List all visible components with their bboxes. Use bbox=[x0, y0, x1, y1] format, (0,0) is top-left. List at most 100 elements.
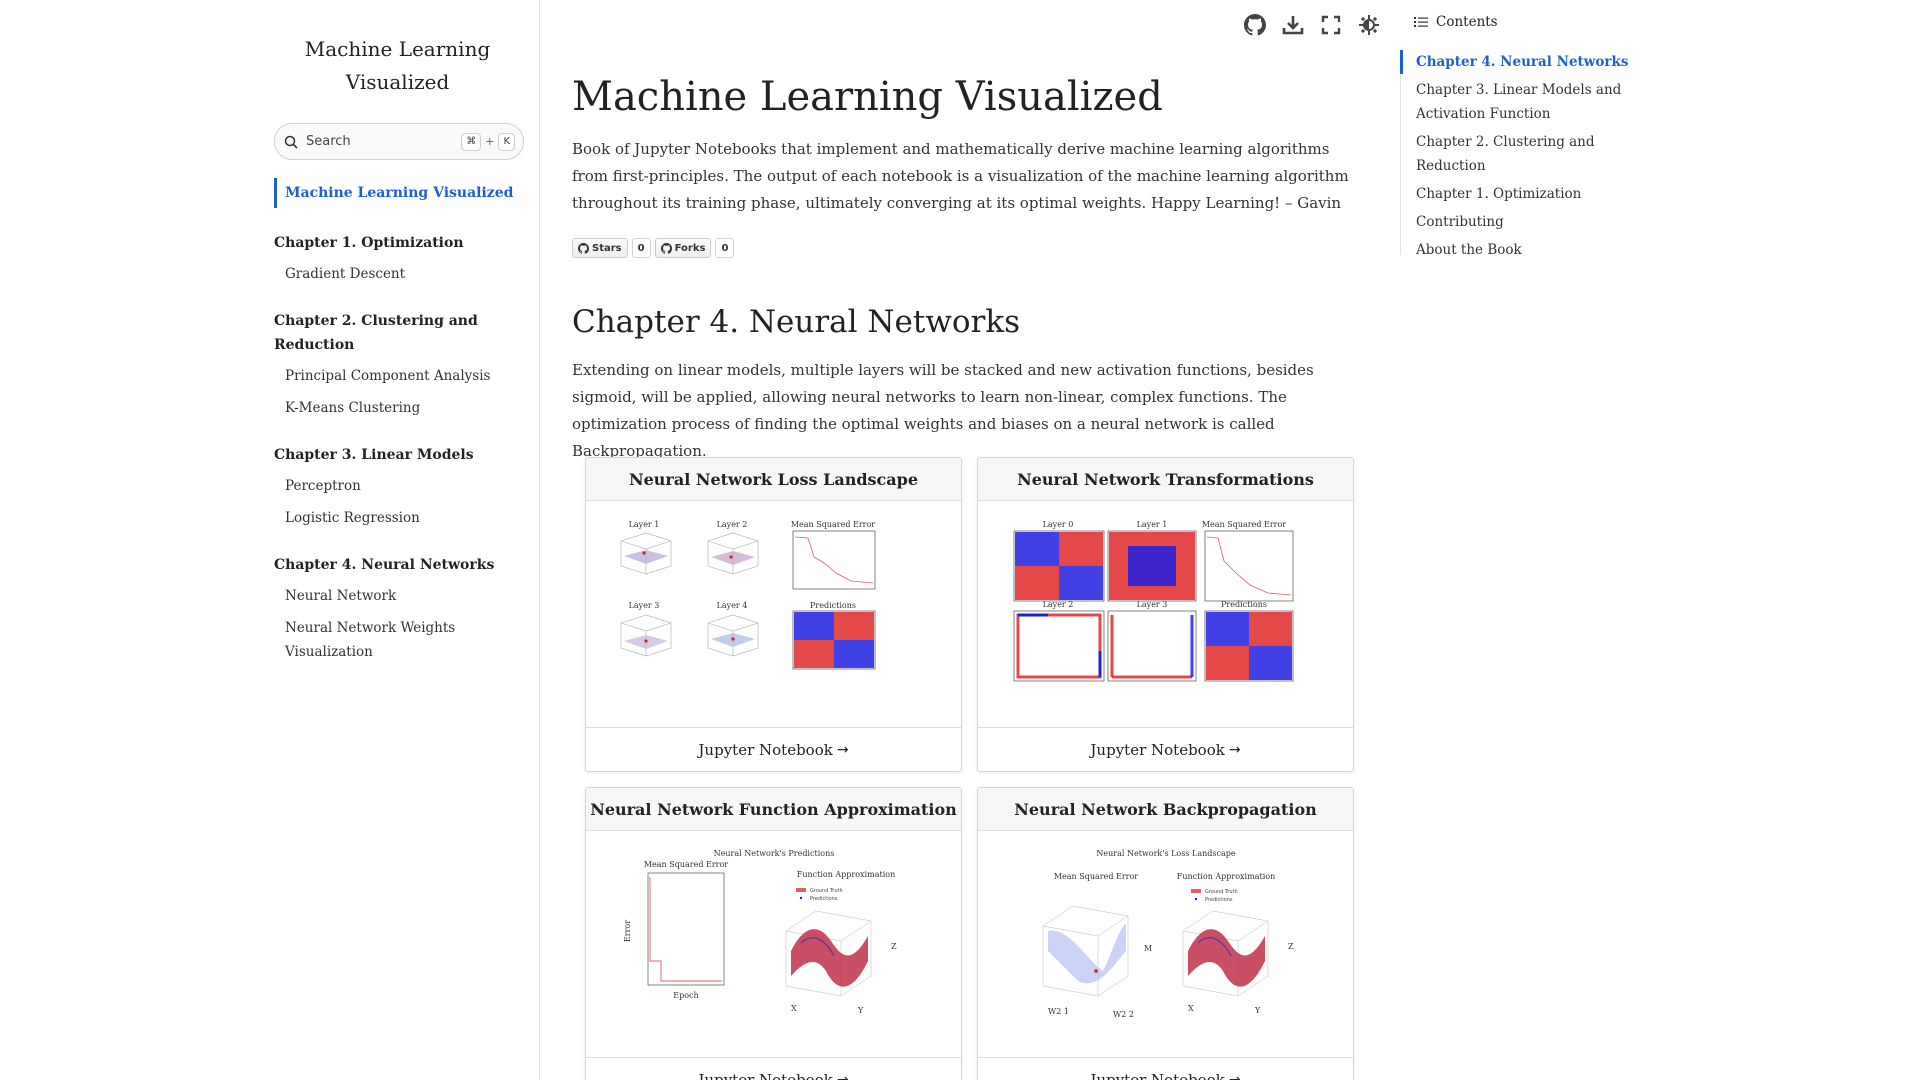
card-loss-landscape: Neural Network Loss Landscape Layer 1 La… bbox=[585, 457, 962, 772]
x-axis-label: X bbox=[1188, 1004, 1194, 1013]
stars-label: Stars bbox=[592, 242, 622, 254]
intro-text: Book of Jupyter Notebooks that implement… bbox=[572, 140, 1349, 212]
panel-title: Layer 3 bbox=[629, 601, 660, 610]
y-axis-label: Y bbox=[857, 1006, 864, 1015]
toc-item-chapter-1[interactable]: Chapter 1. Optimization bbox=[1400, 182, 1660, 206]
toc-header: Contents bbox=[1414, 14, 1498, 30]
card-figure: Neural Network's Predictions Mean Square… bbox=[586, 831, 961, 1057]
transformations-figure: Layer 0 Layer 1 Mean Squared Error Layer… bbox=[1013, 520, 1294, 682]
panel-title: Predictions bbox=[810, 601, 856, 610]
panel-title: Layer 1 bbox=[1137, 520, 1168, 529]
toc-item-contributing[interactable]: Contributing bbox=[1400, 210, 1660, 234]
panel-title: Layer 3 bbox=[1137, 600, 1168, 609]
legend-entry: Predictions bbox=[1205, 897, 1233, 903]
notebook-link[interactable]: Jupyter Notebook → bbox=[586, 1057, 961, 1080]
toc-item-chapter-3[interactable]: Chapter 3. Linear Models and Activation … bbox=[1400, 78, 1660, 126]
notebook-link[interactable]: Jupyter Notebook → bbox=[586, 727, 961, 771]
forks-badge[interactable]: Forks bbox=[654, 238, 712, 258]
panel-title: Mean Squared Error bbox=[1202, 520, 1286, 529]
card-title: Neural Network Backpropagation bbox=[978, 788, 1353, 831]
panel-title: Mean Squared Error bbox=[1054, 872, 1138, 881]
arrow-right-icon: → bbox=[836, 1071, 849, 1080]
card-figure: Neural Network's Loss Landscape Mean Squ… bbox=[978, 831, 1353, 1057]
toc-title: Contents bbox=[1436, 14, 1498, 30]
arrow-right-icon: → bbox=[836, 741, 849, 758]
notebook-link-label: Jupyter Notebook bbox=[698, 1070, 833, 1080]
forks-label: Forks bbox=[674, 242, 706, 254]
z-axis-label: Z bbox=[1288, 942, 1294, 951]
toc-item-about[interactable]: About the Book bbox=[1400, 238, 1660, 262]
legend-entry: Ground Truth bbox=[1205, 889, 1238, 895]
sidebar-chapter-4[interactable]: Chapter 4. Neural Networks bbox=[274, 553, 524, 577]
sidebar-chapter-1[interactable]: Chapter 1. Optimization bbox=[274, 231, 524, 255]
toc-item-chapter-4[interactable]: Chapter 4. Neural Networks bbox=[1400, 50, 1660, 74]
sidebar-item-logistic-regression[interactable]: Logistic Regression bbox=[285, 506, 524, 530]
function-approx-figure: Neural Network's Predictions Mean Square… bbox=[623, 849, 897, 1015]
loss-landscape-figure: Layer 1 Layer 2 Mean Squared Error Layer… bbox=[620, 520, 875, 670]
card-function-approximation: Neural Network Function Approximation Ne… bbox=[585, 787, 962, 1080]
panel-title: Layer 0 bbox=[1043, 520, 1074, 529]
sidebar-chapter-2[interactable]: Chapter 2. Clustering and Reduction bbox=[274, 309, 524, 357]
shortcut-key-mod: ⌘ bbox=[461, 132, 482, 151]
card-figure: Layer 1 Layer 2 Mean Squared Error Layer… bbox=[586, 501, 961, 727]
arrow-right-icon: → bbox=[1228, 741, 1241, 758]
card-title: Neural Network Transformations bbox=[978, 458, 1353, 501]
sidebar-item-perceptron[interactable]: Perceptron bbox=[285, 474, 524, 498]
sidebar-item-pca[interactable]: Principal Component Analysis bbox=[285, 364, 524, 388]
panel-title: Predictions bbox=[1221, 600, 1267, 609]
x-axis-label: X bbox=[791, 1004, 797, 1013]
toc-item-chapter-2[interactable]: Chapter 2. Clustering and Reduction bbox=[1400, 130, 1660, 178]
sidebar-item-home[interactable]: Machine Learning Visualized bbox=[274, 178, 524, 208]
arrow-right-icon: → bbox=[1228, 1071, 1241, 1080]
theme-icon bbox=[1359, 15, 1379, 35]
shortcut-plus: + bbox=[485, 135, 495, 148]
stars-count[interactable]: 0 bbox=[631, 238, 651, 258]
panel-title: Layer 2 bbox=[1043, 600, 1074, 609]
card-transformations: Neural Network Transformations Layer 0 L… bbox=[977, 457, 1354, 772]
fullscreen-button[interactable] bbox=[1318, 12, 1344, 38]
sidebar-item-neural-network[interactable]: Neural Network bbox=[285, 584, 524, 608]
header-toolbar bbox=[1242, 10, 1382, 40]
page-title: Machine Learning Visualized bbox=[572, 74, 1163, 120]
card-title: Neural Network Loss Landscape bbox=[586, 458, 961, 501]
y-axis-label: Y bbox=[1254, 1006, 1261, 1015]
notebook-link-label: Jupyter Notebook bbox=[1090, 740, 1225, 759]
github-button[interactable] bbox=[1242, 12, 1268, 38]
search-placeholder: Search bbox=[306, 134, 351, 149]
table-of-contents: Contents Chapter 4. Neural Networks Chap… bbox=[1400, 0, 1700, 258]
card-title: Neural Network Function Approximation bbox=[586, 788, 961, 831]
y-axis-label: W2 2 bbox=[1113, 1010, 1134, 1019]
search-icon bbox=[284, 135, 298, 149]
sidebar-item-gradient-descent[interactable]: Gradient Descent bbox=[285, 262, 524, 286]
notebook-link[interactable]: Jupyter Notebook → bbox=[978, 727, 1353, 771]
search-input[interactable]: Search ⌘ + K bbox=[274, 123, 524, 160]
notebook-link[interactable]: Jupyter Notebook → bbox=[978, 1057, 1353, 1080]
notebook-link-label: Jupyter Notebook bbox=[698, 740, 833, 759]
y-axis-label: Error bbox=[623, 920, 632, 942]
figure-suptitle: Neural Network's Loss Landscape bbox=[1096, 849, 1235, 858]
github-icon bbox=[578, 242, 589, 254]
sidebar-item-kmeans[interactable]: K-Means Clustering bbox=[285, 396, 524, 420]
toc-list: Chapter 4. Neural Networks Chapter 3. Li… bbox=[1400, 50, 1660, 266]
site-title[interactable]: Machine Learning Visualized bbox=[275, 33, 520, 99]
panel-title: Layer 4 bbox=[717, 601, 748, 610]
panel-title: Mean Squared Error bbox=[791, 520, 875, 529]
notebook-link-label: Jupyter Notebook bbox=[1090, 1070, 1225, 1080]
sidebar-chapter-3[interactable]: Chapter 3. Linear Models bbox=[274, 443, 524, 467]
legend-entry: Predictions bbox=[810, 896, 838, 902]
panel-title: Mean Squared Error bbox=[644, 860, 728, 869]
github-icon bbox=[1244, 14, 1266, 36]
stars-badge[interactable]: Stars bbox=[572, 238, 628, 258]
github-icon bbox=[660, 242, 672, 254]
list-icon bbox=[1414, 17, 1428, 27]
shortcut-key-k: K bbox=[498, 132, 515, 151]
card-backpropagation: Neural Network Backpropagation Neural Ne… bbox=[977, 787, 1354, 1080]
forks-count[interactable]: 0 bbox=[715, 238, 735, 258]
figure-suptitle: Neural Network's Predictions bbox=[714, 849, 835, 858]
theme-button[interactable] bbox=[1356, 12, 1382, 38]
z-axis-label: Z bbox=[891, 942, 897, 951]
download-button[interactable] bbox=[1280, 12, 1306, 38]
section-title: Chapter 4. Neural Networks bbox=[572, 304, 1021, 340]
sidebar-item-nn-weights[interactable]: Neural Network Weights Visualization bbox=[285, 616, 524, 664]
z-axis-label: M bbox=[1144, 944, 1152, 953]
